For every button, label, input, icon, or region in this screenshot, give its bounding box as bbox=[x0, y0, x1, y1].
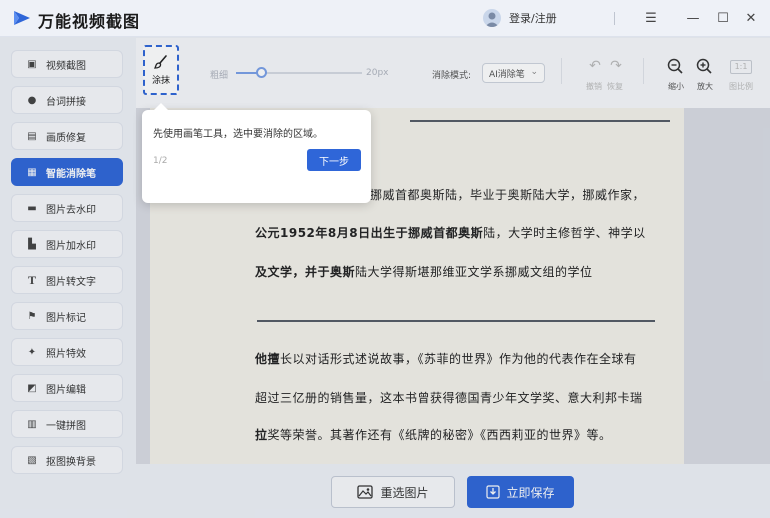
cutout-icon: ▧ bbox=[27, 454, 37, 466]
sidebar-item-cutout-background[interactable]: ▧ 抠图换背景 bbox=[11, 446, 123, 474]
sidebar-item-label: 智能消除笔 bbox=[46, 168, 96, 180]
edit-icon: ◩ bbox=[27, 382, 37, 394]
save-now-button[interactable]: 立即保存 bbox=[467, 476, 574, 508]
zoom-in-icon[interactable] bbox=[696, 58, 713, 75]
doc-line-3-rest: 陆大学得斯堪那维亚文学系挪威文组的学位 bbox=[355, 265, 593, 279]
image-repair-icon: ▤ bbox=[27, 130, 37, 142]
toolbar-divider bbox=[643, 58, 644, 84]
doc-line-3-bold: 及文学，并于奥斯 bbox=[255, 265, 356, 279]
toolbar-divider bbox=[561, 58, 562, 84]
sidebar-item-photo-effects[interactable]: ✦ 照片特效 bbox=[11, 338, 123, 366]
effects-icon: ✦ bbox=[27, 346, 37, 358]
sidebar-item-label: 抠图换背景 bbox=[46, 456, 96, 468]
doc-line-2: 公元1952年8月8日出生于挪威首都奥斯陆，大学时主修哲学、神学以 bbox=[255, 224, 646, 241]
image-icon bbox=[357, 485, 374, 499]
subtitle-icon: ● bbox=[27, 94, 37, 106]
middle-rule bbox=[257, 320, 655, 322]
doc-line-3: 及文学，并于奥斯陆大学得斯堪那维亚文学系挪威文组的学位 bbox=[255, 263, 593, 280]
sidebar-item-label: 图片转文字 bbox=[46, 276, 96, 288]
app-logo-icon bbox=[14, 11, 30, 25]
brush-label: 涂抹 bbox=[151, 76, 170, 86]
sidebar-item-label: 图片加水印 bbox=[46, 240, 96, 252]
redo-icon[interactable]: ↷ bbox=[606, 58, 626, 74]
zoom-out-icon[interactable] bbox=[667, 58, 684, 75]
sidebar-item-label: 画质修复 bbox=[46, 132, 86, 144]
zoom-in-label: 放大 bbox=[697, 82, 713, 91]
flag-icon: ⚑ bbox=[27, 310, 37, 322]
ratio-label: 图比例 bbox=[729, 82, 753, 91]
sidebar-item-subtitle-join[interactable]: ● 台词拼接 bbox=[11, 86, 123, 114]
login-link[interactable]: 登录/注册 bbox=[509, 10, 557, 26]
doc-line-4-rest: 长以对话形式述说故事，《苏菲的世界》作为他的代表作在全球有 bbox=[280, 352, 637, 366]
chevron-down-icon: ⌄ bbox=[530, 67, 538, 77]
app-title: 万能视频截图 bbox=[38, 12, 141, 31]
tooltip-arrow bbox=[154, 103, 168, 110]
doc-line-2-rest: 陆，大学时主修哲学、神学以 bbox=[483, 226, 646, 240]
sidebar-item-label: 一键拼图 bbox=[46, 420, 86, 432]
avatar[interactable] bbox=[483, 9, 501, 27]
sidebar-item-image-mark[interactable]: ⚑ 图片标记 bbox=[11, 302, 123, 330]
sidebar-item-image-to-text[interactable]: T 图片转文字 bbox=[11, 266, 123, 294]
thickness-label: 粗细 bbox=[210, 71, 229, 81]
doc-line-6-bold: 拉 bbox=[255, 428, 268, 442]
zoom-out-label: 缩小 bbox=[668, 82, 684, 91]
doc-line-5: 超过三亿册的销售量，这本书曾获得德国青少年文学奖、意大利邦卡瑞 bbox=[255, 391, 643, 405]
watermark-remove-icon: ▬ bbox=[27, 202, 37, 214]
guide-tooltip: 先使用画笔工具，选中要消除的区域。 1/2 下一步 bbox=[142, 103, 371, 203]
mode-select[interactable]: AI消除笔 ⌄ bbox=[482, 63, 545, 83]
text-icon: T bbox=[27, 272, 36, 287]
top-rule bbox=[410, 120, 670, 122]
reselect-image-button[interactable]: 重选图片 bbox=[331, 476, 455, 508]
tooltip-step: 1/2 bbox=[153, 156, 168, 166]
title-bar: 万能视频截图 登录/注册 ☰ — ☐ ✕ bbox=[0, 0, 770, 37]
doc-line-1: 挪威首都奥斯陆，毕业于奥斯陆大学，挪威作家， bbox=[370, 188, 646, 202]
undo-icon[interactable]: ↶ bbox=[585, 58, 605, 74]
brush-icon bbox=[153, 55, 167, 69]
sidebar-item-label: 图片编辑 bbox=[46, 384, 86, 396]
redo-label: 恢复 bbox=[607, 82, 623, 91]
sidebar-item-video-capture[interactable]: ▣ 视频截图 bbox=[11, 50, 123, 78]
sidebar-item-label: 视频截图 bbox=[46, 60, 86, 72]
ratio-button[interactable]: 1:1 bbox=[730, 60, 752, 74]
sidebar-item-label: 照片特效 bbox=[46, 348, 86, 360]
doc-line-2-bold: 公元1952年8月8日出生于挪威首都奥斯 bbox=[255, 226, 484, 240]
doc-line-4: 他擅长以对话形式述说故事，《苏菲的世界》作为他的代表作在全球有 bbox=[255, 350, 637, 367]
maximize-icon[interactable]: ☐ bbox=[714, 9, 732, 27]
reselect-label: 重选图片 bbox=[380, 485, 429, 500]
watermark-add-icon: ▙ bbox=[28, 238, 36, 250]
brush-tool-button[interactable]: 涂抹 bbox=[143, 45, 179, 95]
download-icon bbox=[486, 485, 501, 499]
sidebar-item-collage[interactable]: ▥ 一键拼图 bbox=[11, 410, 123, 438]
save-label: 立即保存 bbox=[506, 485, 555, 500]
minimize-icon[interactable]: — bbox=[684, 9, 702, 27]
sidebar-item-watermark-remove[interactable]: ▬ 图片去水印 bbox=[11, 194, 123, 222]
tooltip-text: 先使用画笔工具，选中要消除的区域。 bbox=[153, 129, 323, 140]
sidebar-item-image-edit[interactable]: ◩ 图片编辑 bbox=[11, 374, 123, 402]
next-step-button[interactable]: 下一步 bbox=[307, 149, 361, 171]
thickness-value: 20px bbox=[366, 68, 389, 78]
doc-line-6: 拉奖等荣誉。其著作还有《纸牌的秘密》《西西莉亚的世界》等。 bbox=[255, 426, 612, 443]
eraser-icon: ▦ bbox=[27, 166, 37, 178]
sidebar-item-watermark-add[interactable]: ▙ 图片加水印 bbox=[11, 230, 123, 258]
video-icon: ▣ bbox=[27, 58, 37, 70]
doc-line-6-rest: 奖等荣誉。其著作还有《纸牌的秘密》《西西莉亚的世界》等。 bbox=[267, 428, 612, 442]
mode-label: 消除模式: bbox=[432, 71, 472, 81]
sidebar-item-label: 台词拼接 bbox=[46, 96, 86, 108]
close-icon[interactable]: ✕ bbox=[742, 9, 760, 27]
undo-label: 撤销 bbox=[586, 82, 602, 91]
sidebar-item-label: 图片标记 bbox=[46, 312, 86, 324]
doc-line-4-bold: 他擅 bbox=[255, 352, 281, 366]
menu-icon[interactable]: ☰ bbox=[642, 9, 660, 27]
sidebar-item-image-repair[interactable]: ▤ 画质修复 bbox=[11, 122, 123, 150]
sidebar-item-smart-eraser[interactable]: ▦ 智能消除笔 bbox=[11, 158, 123, 186]
sidebar-item-label: 图片去水印 bbox=[46, 204, 96, 216]
title-divider bbox=[614, 12, 615, 25]
mode-value: AI消除笔 bbox=[489, 69, 525, 80]
collage-icon: ▥ bbox=[27, 418, 37, 430]
sidebar: ▣ 视频截图 ● 台词拼接 ▤ 画质修复 ▦ 智能消除笔 ▬ 图片去水印 ▙ 图片加水印 T… bbox=[0, 38, 136, 518]
